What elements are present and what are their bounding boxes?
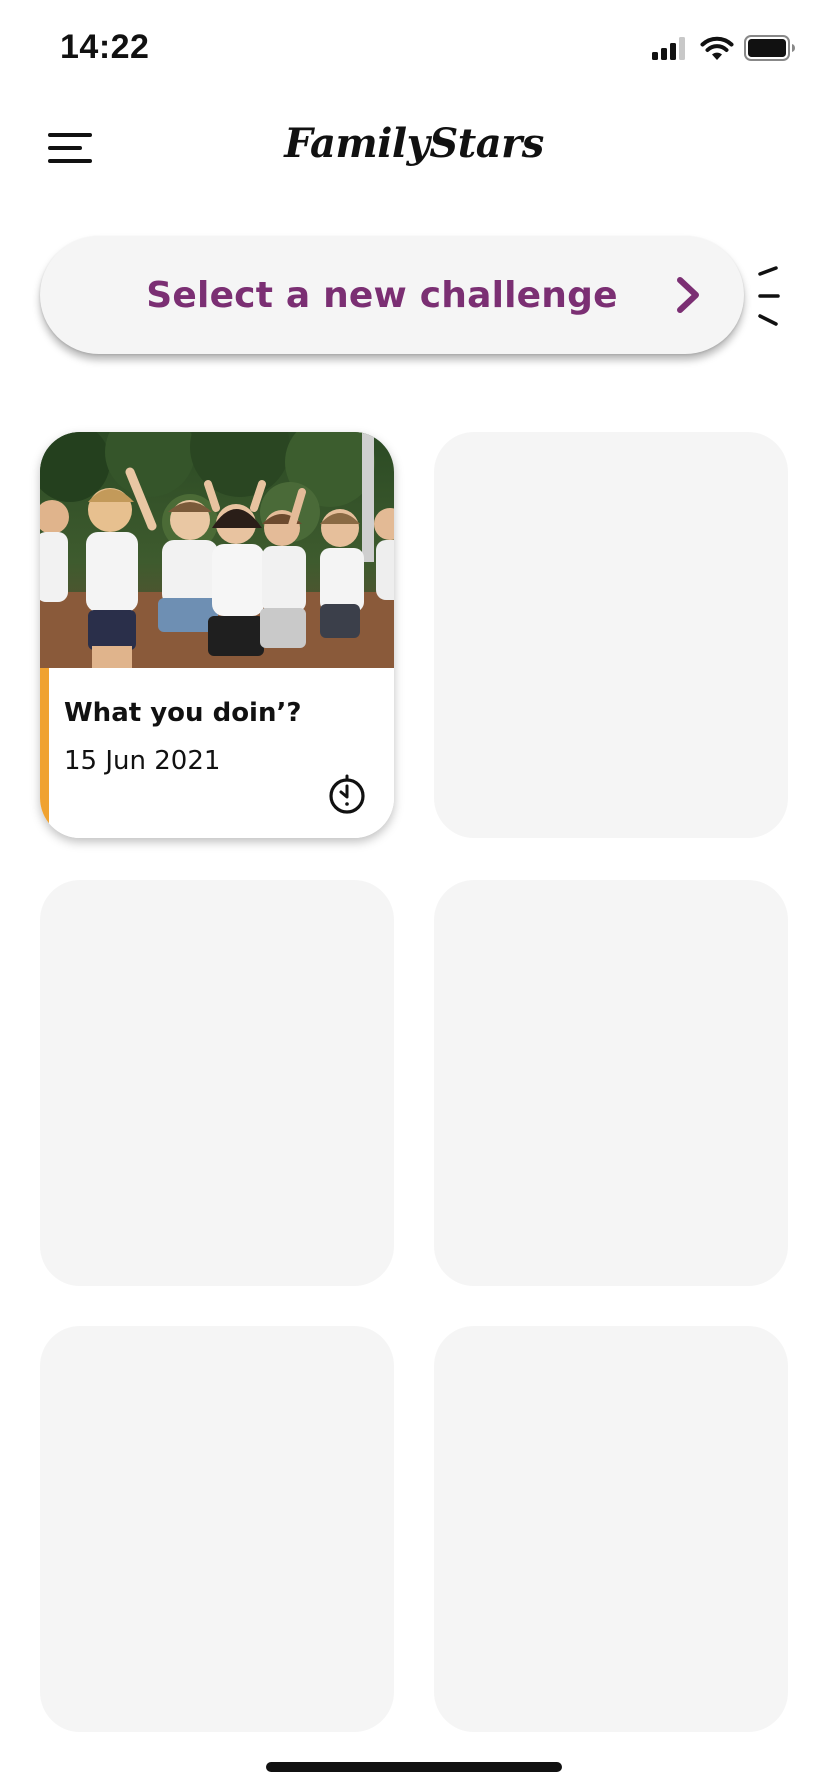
app-header: FamilyStars (0, 100, 828, 196)
status-time: 14:22 (60, 28, 150, 66)
placeholder-card (40, 880, 394, 1286)
home-indicator[interactable] (266, 1762, 562, 1772)
battery-icon (744, 35, 795, 61)
app-logo: FamilyStars (284, 120, 544, 167)
chevron-right-icon (677, 277, 699, 313)
challenge-date: 15 Jun 2021 (64, 746, 221, 776)
challenge-photo (40, 432, 394, 668)
timer-icon (329, 774, 365, 814)
placeholder-card (434, 432, 788, 838)
select-challenge-button[interactable]: Select a new challenge (40, 236, 744, 354)
loading-spinner-icon (758, 266, 780, 326)
select-challenge-label: Select a new challenge (146, 274, 618, 316)
cellular-signal-icon (652, 37, 685, 60)
wifi-icon (700, 36, 734, 60)
challenge-title: What you doin’? (64, 698, 302, 728)
placeholder-card (434, 880, 788, 1286)
status-accent-bar (40, 668, 49, 838)
status-icons (652, 34, 796, 62)
placeholder-card (434, 1326, 788, 1732)
challenge-info: What you doin’? 15 Jun 2021 (40, 668, 394, 838)
placeholder-card (40, 1326, 394, 1732)
challenge-card[interactable]: What you doin’? 15 Jun 2021 (40, 432, 394, 838)
status-bar: 14:22 (0, 0, 828, 100)
